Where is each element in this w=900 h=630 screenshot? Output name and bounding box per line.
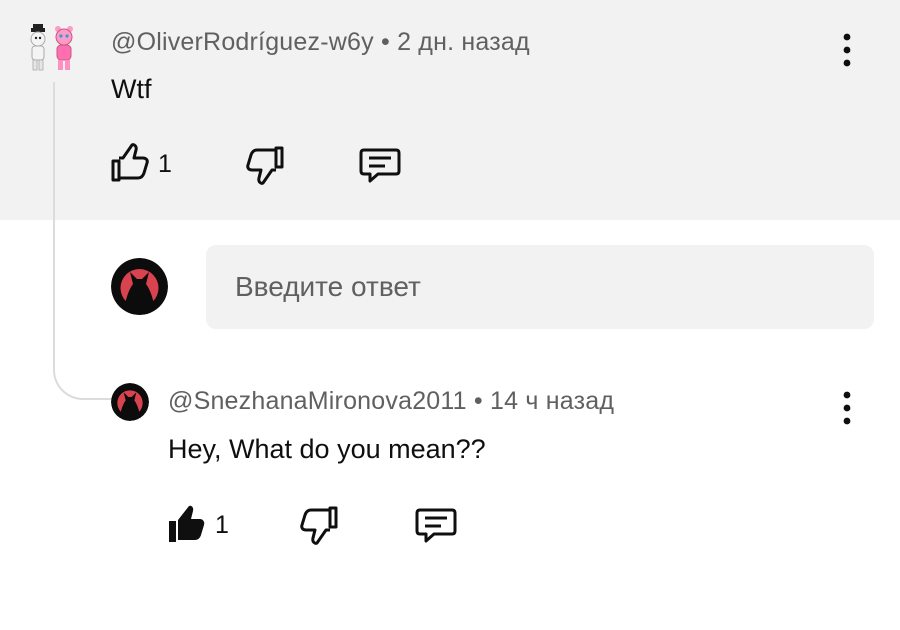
current-user-avatar — [111, 258, 168, 315]
comment-meta: @OliverRodríguez-w6y • 2 дн. назад — [111, 28, 530, 57]
reply-like-button[interactable] — [165, 502, 209, 546]
reply-dislike-button[interactable] — [297, 503, 341, 547]
thumbs-down-outline-icon — [300, 506, 338, 545]
reply-comment-icon — [359, 148, 401, 183]
reply-author[interactable]: @SnezhanaMironova2011 — [168, 387, 467, 415]
comment-time[interactable]: 2 дн. назад — [397, 28, 530, 56]
comment-reply-button[interactable] — [358, 142, 402, 186]
comment-text: Wtf — [111, 74, 152, 104]
meta-separator: • — [473, 387, 483, 415]
thumbs-up-filled-icon — [169, 505, 205, 542]
comment-like-count: 1 — [158, 150, 172, 178]
more-vertical-icon — [843, 391, 851, 425]
reply-meta: @SnezhanaMironova2011 • 14 ч назад — [168, 387, 614, 416]
comment-like-button[interactable] — [108, 141, 152, 185]
comment-menu-button[interactable] — [835, 31, 859, 71]
reply-reply-button[interactable] — [414, 502, 458, 546]
thumbs-down-outline-icon — [246, 146, 284, 185]
reply-text: Hey, What do you mean?? — [168, 434, 486, 464]
comment-author-avatar[interactable] — [24, 22, 84, 82]
more-vertical-icon — [843, 33, 851, 67]
meta-separator: • — [380, 28, 390, 56]
thread-line — [53, 78, 113, 400]
thumbs-up-outline-icon — [111, 143, 149, 182]
reply-comment-icon — [415, 508, 457, 543]
reply-input[interactable] — [206, 245, 874, 329]
reply-menu-button[interactable] — [835, 389, 859, 429]
comment-dislike-button[interactable] — [243, 143, 287, 187]
comment-author[interactable]: @OliverRodríguez-w6y — [111, 28, 374, 56]
reply-author-avatar[interactable] — [111, 383, 149, 421]
reply-like-count: 1 — [215, 511, 229, 539]
reply-time[interactable]: 14 ч назад — [490, 387, 614, 415]
